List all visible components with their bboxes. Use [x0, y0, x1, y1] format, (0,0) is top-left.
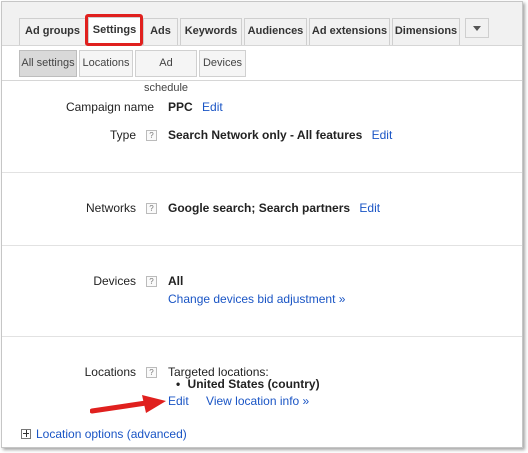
devices-label: Devices — [93, 274, 136, 288]
subtab-locations[interactable]: Locations — [79, 50, 133, 77]
divider — [2, 245, 522, 246]
location-options-label: Location options (advanced) — [36, 427, 187, 441]
locations-help-icon[interactable]: ? — [146, 367, 157, 378]
subtab-ad-schedule[interactable]: Ad schedule — [135, 50, 197, 94]
tab-ad-extensions[interactable]: Ad extensions — [309, 18, 390, 45]
campaign-name-value: PPC Edit — [168, 100, 223, 114]
campaign-name-text: PPC — [168, 100, 193, 114]
more-tabs-dropdown[interactable] — [465, 18, 489, 38]
campaign-name-edit-link[interactable]: Edit — [202, 100, 223, 114]
view-location-info-link[interactable]: View location info » — [206, 394, 309, 408]
type-label: Type — [109, 128, 136, 142]
devices-value: All — [168, 274, 184, 288]
networks-text: Google search; Search partners — [168, 201, 351, 215]
type-value: Search Network only - All features Edit — [168, 128, 392, 142]
subtab-devices[interactable]: Devices — [199, 50, 246, 77]
settings-subtab-bar: All settings Locations Ad schedule Devic… — [2, 46, 522, 94]
tab-dimensions[interactable]: Dimensions — [392, 18, 460, 45]
tab-audiences[interactable]: Audiences — [244, 18, 307, 45]
settings-tab-highlight — [85, 14, 143, 46]
dropdown-arrow-icon — [473, 26, 481, 31]
divider — [2, 336, 522, 337]
networks-edit-link[interactable]: Edit — [359, 201, 380, 215]
expand-plus-icon — [21, 429, 31, 439]
devices-bid-adjustment-row: Change devices bid adjustment » — [168, 292, 345, 306]
campaign-tab-bar: Ad groups Settings Ads Keywords Audience… — [2, 2, 522, 46]
networks-label: Networks — [85, 201, 136, 215]
networks-value: Google search; Search partners Edit — [168, 201, 380, 215]
tab-ads[interactable]: Ads — [143, 18, 178, 45]
targeted-location-item: • United States (country) — [176, 377, 320, 391]
locations-actions: Edit View location info » — [168, 394, 309, 408]
bullet-icon: • — [176, 377, 181, 391]
devices-help-icon[interactable]: ? — [146, 276, 157, 287]
type-help-icon[interactable]: ? — [146, 130, 157, 141]
tab-keywords[interactable]: Keywords — [180, 18, 242, 45]
locations-edit-link[interactable]: Edit — [168, 394, 189, 408]
campaign-settings-panel: Ad groups Settings Ads Keywords Audience… — [1, 1, 523, 448]
type-edit-link[interactable]: Edit — [372, 128, 393, 142]
targeted-location-name: United States (country) — [187, 377, 320, 391]
type-text: Search Network only - All features — [168, 128, 363, 142]
change-devices-bid-adjustment-link[interactable]: Change devices bid adjustment » — [168, 292, 345, 306]
locations-label: Locations — [84, 365, 136, 379]
tab-ad-groups[interactable]: Ad groups — [19, 18, 86, 45]
divider — [2, 172, 522, 173]
networks-help-icon[interactable]: ? — [146, 203, 157, 214]
location-options-toggle[interactable]: Location options (advanced) — [21, 427, 187, 441]
campaign-name-label: Campaign name — [65, 100, 154, 114]
subtab-all-settings[interactable]: All settings — [19, 50, 77, 77]
annotation-arrow-icon — [90, 395, 166, 414]
